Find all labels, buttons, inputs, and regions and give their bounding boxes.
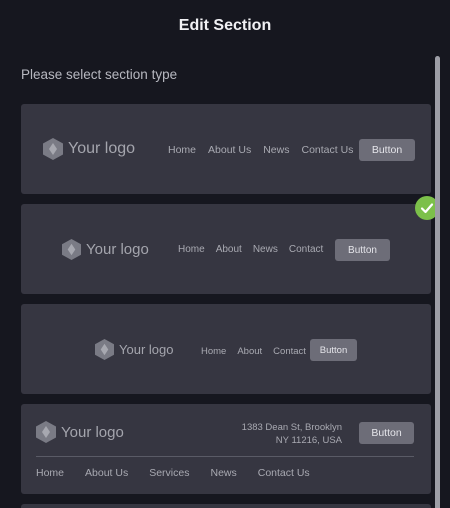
nav-contact: Contact — [273, 346, 306, 357]
logo-text: Your logo — [61, 423, 124, 441]
section-option-2[interactable]: Your logo Home About News Contact Button — [21, 204, 431, 294]
nav-contact: Contact Us — [257, 467, 310, 479]
address-line-1: 1383 Dean St, Brooklyn — [241, 422, 342, 433]
nav-menu: Home About News Contact — [178, 244, 323, 255]
section-option-1[interactable]: Your logo Home About Us News Contact Us … — [21, 104, 431, 194]
nav-menu: Home About Us News Contact Us — [168, 144, 353, 156]
logo-hexagon-icon — [95, 339, 114, 360]
nav-home: Home — [36, 467, 65, 479]
nav-home: Home — [178, 244, 205, 255]
nav-menu: Home About Us Services News Contact Us — [36, 467, 310, 479]
logo-hexagon-icon — [62, 239, 81, 260]
nav-about: About Us — [208, 144, 252, 156]
logo-hexagon-icon — [43, 138, 63, 160]
nav-news: News — [263, 144, 290, 156]
section-type-prompt: Please select section type — [21, 67, 178, 82]
preview-button: Button — [359, 422, 414, 444]
nav-news: News — [252, 244, 278, 255]
scrollbar[interactable] — [435, 56, 440, 508]
address: 1383 Dean St, Brooklyn NY 11216, USA — [242, 421, 342, 447]
divider — [36, 456, 414, 457]
logo-text: Your logo — [86, 241, 149, 258]
dialog-title: Edit Section — [178, 17, 272, 34]
nav-about: About Us — [85, 467, 129, 479]
preview-button: Button — [310, 339, 357, 361]
logo: Your logo — [43, 138, 135, 160]
logo: Your logo — [36, 421, 124, 443]
preview-button: Button — [335, 239, 390, 261]
logo-text: Your logo — [68, 140, 136, 157]
logo: Your logo — [62, 239, 149, 260]
nav-about: About — [237, 346, 263, 357]
logo-hexagon-icon — [36, 421, 56, 443]
address-line-2: NY 11216, USA — [275, 435, 342, 446]
nav-home: Home — [168, 144, 197, 156]
section-option-4[interactable]: Your logo 1383 Dean St, Brooklyn NY 1121… — [21, 404, 431, 494]
logo-text: Your logo — [119, 342, 174, 357]
section-option-3[interactable]: Your logo Home About Contact Button — [21, 304, 431, 394]
nav-contact: Contact Us — [301, 144, 354, 156]
preview-button: Button — [359, 139, 415, 161]
logo: Your logo — [95, 339, 173, 360]
nav-services: Services — [149, 467, 190, 479]
nav-about: About — [215, 244, 242, 255]
nav-contact: Contact — [288, 244, 324, 255]
section-option-5[interactable] — [21, 504, 431, 508]
nav-home: Home — [201, 346, 227, 357]
nav-news: News — [210, 467, 237, 479]
nav-menu: Home About Contact — [201, 346, 306, 357]
